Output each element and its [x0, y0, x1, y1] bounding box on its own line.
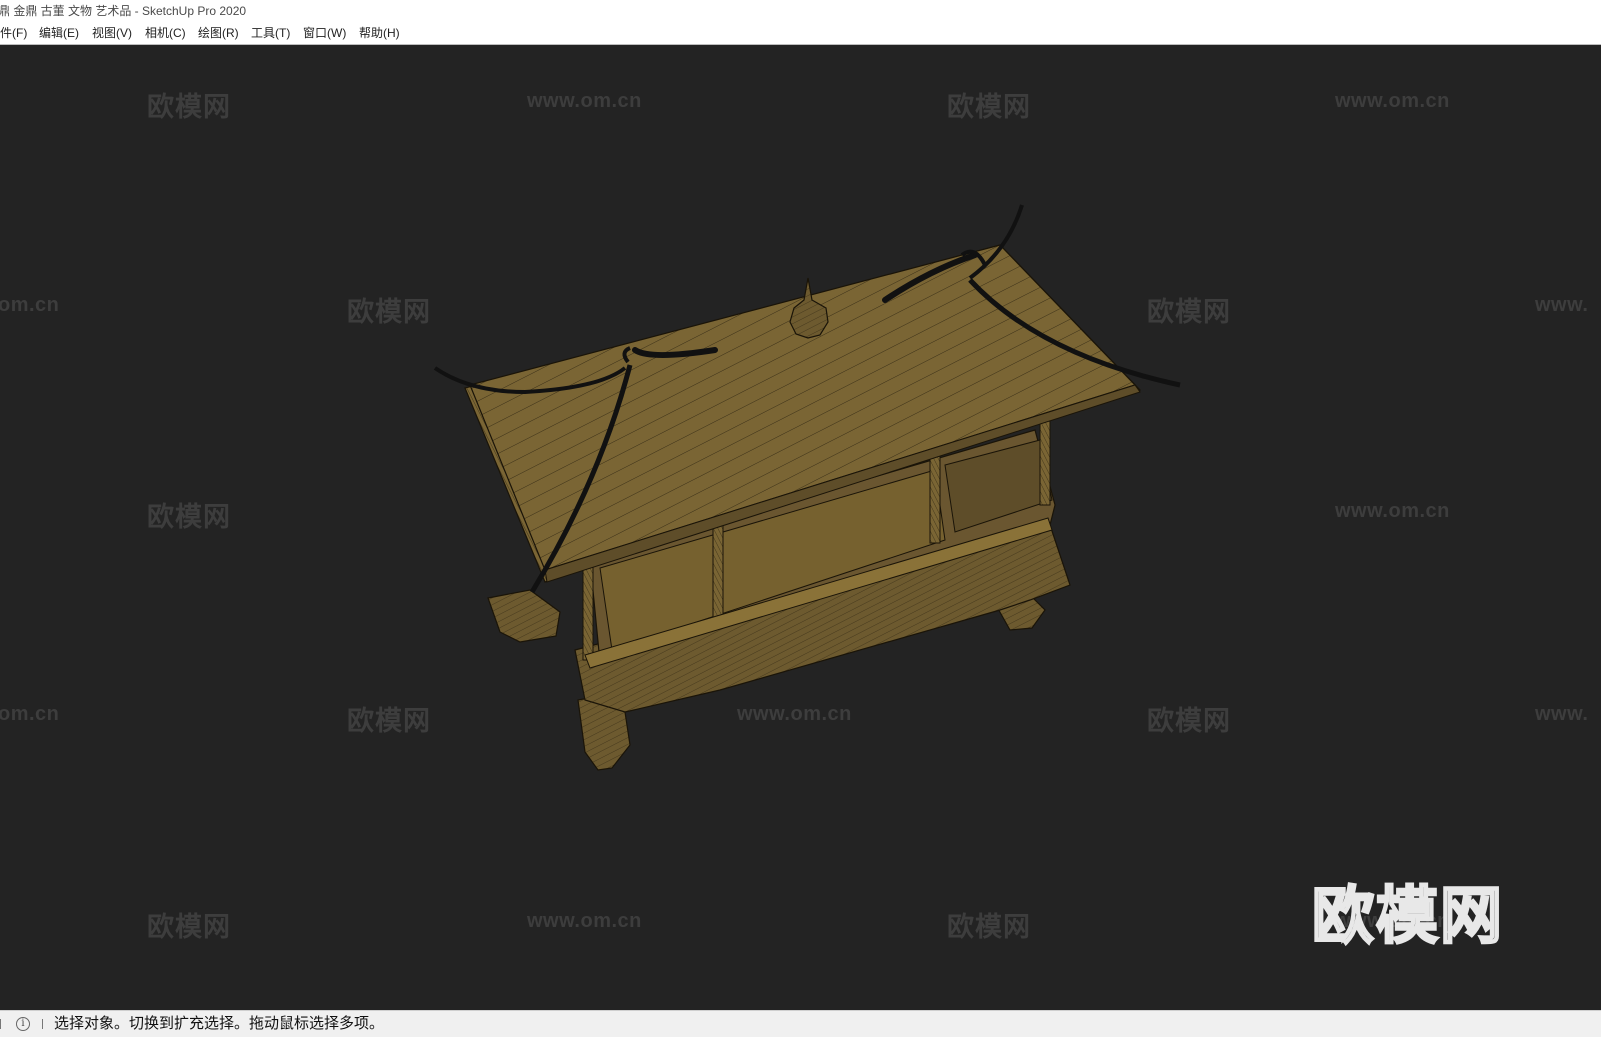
- status-message: 选择对象。切换到扩充选择。拖动鼠标选择多项。: [54, 1015, 385, 1032]
- menu-window[interactable]: 窗口(W): [301, 22, 348, 44]
- menu-draw[interactable]: 绘图(R): [196, 22, 241, 44]
- model-viewport[interactable]: 欧模网 www.om.cn 欧模网 www.om.cn om.cn 欧模网 欧模…: [0, 45, 1601, 1010]
- menu-edit[interactable]: 编辑(E): [37, 22, 81, 44]
- menu-file[interactable]: 件(F): [0, 22, 29, 44]
- menu-camera[interactable]: 相机(C): [143, 22, 188, 44]
- menu-bar: 件(F) 编辑(E) 视图(V) 相机(C) 绘图(R) 工具(T) 窗口(W)…: [0, 22, 1601, 45]
- info-icon[interactable]: i: [16, 1017, 30, 1031]
- status-divider: [42, 1019, 43, 1029]
- status-left-divider: [0, 1019, 1, 1029]
- brand-logo: 欧模网: [1311, 881, 1505, 953]
- menu-help[interactable]: 帮助(H): [357, 22, 402, 44]
- title-bar: 鼎 金鼎 古董 文物 艺术品 - SketchUp Pro 2020: [0, 0, 1601, 22]
- menu-view[interactable]: 视图(V): [90, 22, 134, 44]
- status-bar: i 选择对象。切换到扩充选择。拖动鼠标选择多项。: [0, 1010, 1601, 1037]
- window-title: 鼎 金鼎 古董 文物 艺术品 - SketchUp Pro 2020: [0, 4, 247, 18]
- menu-tools[interactable]: 工具(T): [249, 22, 292, 44]
